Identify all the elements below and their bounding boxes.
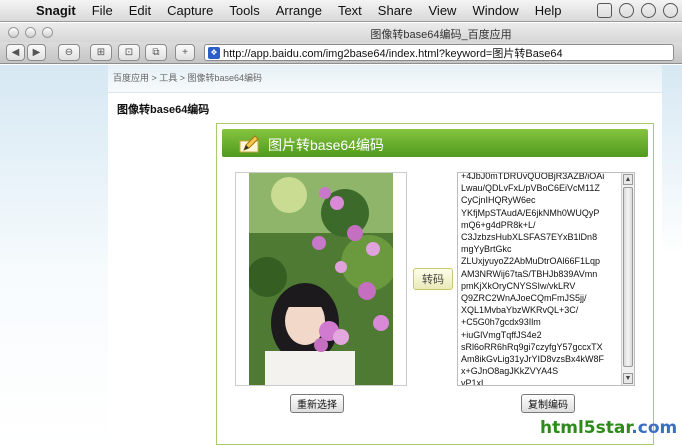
base64-line: pmKjXkOryCNYSSIw/vkLRV: [461, 280, 576, 291]
base64-line: x+GJnO8agJKkZVYA4S: [461, 366, 559, 377]
base64-line: sRl6oRR6hRq9gi7czyfgY57gccxTX: [461, 341, 603, 352]
convert-button[interactable]: 转码: [413, 268, 453, 290]
link-button[interactable]: ⊖: [58, 44, 80, 61]
favicon-icon: ❖: [208, 46, 220, 59]
address-bar[interactable]: ❖ http://app.baidu.com/img2base64/index.…: [204, 44, 674, 61]
address-url: http://app.baidu.com/img2base64/index.ht…: [223, 47, 563, 60]
base64-line: C3JzbzsHubXLSFAS7EYxB1lDn8: [461, 232, 598, 243]
screen-capture-icon[interactable]: [597, 3, 612, 18]
top-sites-button[interactable]: ⊞: [90, 44, 112, 61]
converter-panel: 图片转base64编码 转码 +4JbJ0mTDRUvQUOBjR3AZB/iO…: [216, 123, 654, 445]
scroll-down-button[interactable]: ▼: [623, 373, 633, 384]
base64-line: AM3NRWij67taS/TBHJb839AVmn: [461, 268, 598, 279]
sync-icon[interactable]: [641, 3, 656, 18]
menu-window[interactable]: Window: [464, 3, 526, 18]
menu-share[interactable]: Share: [370, 3, 421, 18]
menu-help[interactable]: Help: [527, 3, 570, 18]
copy-code-button[interactable]: 复制编码: [521, 394, 575, 413]
menu-app-snagit[interactable]: Snagit: [28, 3, 84, 18]
base64-line: Q9ZRC2WnAJoeCQmFmJS5jj/: [461, 293, 587, 304]
base64-line: Lwau/QDLvFxL/pVBoC6EiVcM11Z: [461, 183, 600, 194]
base64-line: +iuGlVmgTqffJS4e2: [461, 329, 542, 340]
portrait-photo: [249, 173, 393, 385]
reselect-button[interactable]: 重新选择: [290, 394, 344, 413]
scroll-up-button[interactable]: ▲: [623, 174, 633, 185]
book-icon: ⧉: [152, 47, 160, 58]
base64-line: mgYyBrtGkc: [461, 244, 512, 255]
forward-button[interactable]: ▶: [27, 44, 46, 61]
grid-icon: ⊞: [96, 47, 106, 58]
base64-line: Am8ikGvLig31yJrYID8vzsBx4kW8F: [461, 354, 605, 365]
menu-edit[interactable]: Edit: [121, 3, 159, 18]
window-title: 图像转base64编码_百度应用: [370, 29, 512, 41]
watermark-text: html5star: [540, 418, 632, 438]
right-background: [662, 65, 682, 446]
converter-title: 图片转base64编码: [268, 137, 384, 153]
watermark-domain: .com: [631, 418, 678, 438]
back-button[interactable]: ◀: [6, 44, 25, 61]
status-icons: [597, 3, 678, 18]
menu-bar: Snagit File Edit Capture Tools Arrange T…: [0, 0, 682, 22]
bookmarks-bar-button[interactable]: ⊡: [118, 44, 140, 61]
base64-line: +C5G0h7gcdx93Ilm: [461, 317, 541, 328]
reading-list-button[interactable]: ⧉: [145, 44, 167, 61]
plus-icon: +: [182, 47, 188, 58]
window-titlebar: 图像转base64编码_百度应用: [0, 23, 682, 42]
output-scrollbar[interactable]: ▲ ▼: [621, 173, 634, 385]
menu-tools[interactable]: Tools: [221, 3, 267, 18]
base64-line: +4JbJ0mTDRUvQUOBjR3AZB/iOAi: [461, 172, 605, 181]
base64-line: vP1xL: [461, 378, 487, 386]
menu-text[interactable]: Text: [330, 3, 370, 18]
chat-bubble-icon[interactable]: [619, 3, 634, 18]
menu-capture[interactable]: Capture: [159, 3, 221, 18]
back-icon: ◀: [11, 47, 20, 58]
pencil-icon: [239, 135, 259, 153]
breadcrumb[interactable]: 百度应用 > 工具 > 图像转base64编码: [113, 71, 262, 84]
left-background: [0, 65, 108, 446]
converter-banner: 图片转base64编码: [222, 129, 648, 157]
menu-file[interactable]: File: [84, 3, 121, 18]
scroll-thumb[interactable]: [623, 187, 633, 367]
base64-line: mQ6+g4dPR8k+L/: [461, 219, 536, 230]
uploaded-image: [235, 172, 407, 386]
add-bookmark-button[interactable]: +: [175, 44, 195, 61]
base64-output[interactable]: +4JbJ0mTDRUvQUOBjR3AZB/iOAi Lwau/QDLvFxL/…: [457, 172, 635, 386]
page-title: 图像转base64编码: [117, 104, 210, 116]
base64-line: XQL1MvbaYbzWKRvQL+3C/: [461, 305, 579, 316]
page-content: 百度应用 > 工具 > 图像转base64编码 图像转base64编码 图片转b…: [0, 65, 682, 446]
browser-toolbar: ◀ ▶ ⊖ ⊞ ⊡ ⧉ + ❖ http://app.baidu.com/img…: [0, 42, 682, 64]
menu-view[interactable]: View: [421, 3, 465, 18]
base64-text: +4JbJ0mTDRUvQUOBjR3AZB/iOAi Lwau/QDLvFxL/…: [461, 172, 619, 386]
screenshot-frame: Snagit File Edit Capture Tools Arrange T…: [0, 0, 682, 446]
base64-line: ZLUxjyuyoZ2AbMuDtrOAl66F1Lqp: [461, 256, 601, 267]
link-icon: ⊖: [64, 47, 74, 58]
base64-line: YKfjMpSTAudA/E6jkNMh0WUQyP: [461, 207, 600, 218]
base64-line: CyCjnIHQRyW6ec: [461, 195, 536, 206]
clock-icon[interactable]: [663, 3, 678, 18]
menu-arrange[interactable]: Arrange: [268, 3, 330, 18]
forward-icon: ▶: [32, 47, 41, 58]
watermark: html5star.com: [540, 418, 677, 438]
bookmarks-icon: ⊡: [124, 47, 134, 58]
